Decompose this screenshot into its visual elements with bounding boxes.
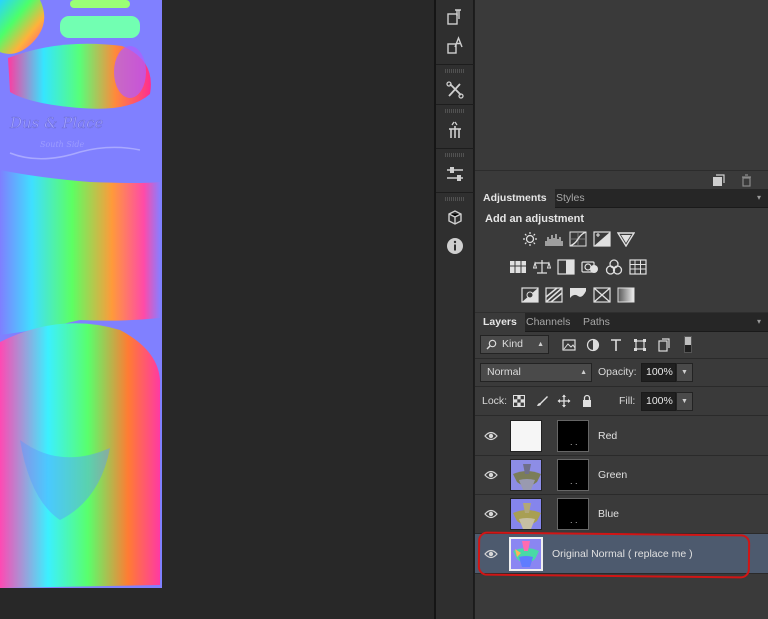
layer-name[interactable]: Blue — [598, 495, 619, 534]
tab-paths[interactable]: Paths — [575, 313, 618, 332]
layer-row-blue[interactable]: . . Blue — [475, 495, 768, 534]
layer-name[interactable]: Original Normal ( replace me ) — [552, 534, 693, 574]
eye-icon[interactable] — [484, 548, 498, 560]
opacity-label: Opacity: — [598, 366, 637, 378]
lock-transparent-pixels-icon[interactable] — [513, 395, 525, 407]
selective-color-icon[interactable] — [593, 287, 611, 303]
opacity-input[interactable]: 100% — [641, 363, 676, 382]
filter-kind-label: Kind — [502, 338, 524, 350]
layer-row-original-normal[interactable]: Original Normal ( replace me ) — [475, 534, 768, 574]
lock-all-icon[interactable] — [580, 394, 594, 408]
normal-map-image: Dus & Place South Side — [0, 0, 162, 588]
character-icon[interactable] — [436, 32, 474, 60]
curves-icon[interactable] — [569, 231, 587, 247]
search-icon — [486, 339, 497, 350]
panel-menu-icon[interactable]: ▾ — [757, 193, 765, 203]
layer-thumbnail — [510, 498, 542, 530]
exposure-icon[interactable] — [593, 231, 611, 247]
tab-channels[interactable]: Channels — [518, 313, 578, 332]
filter-shape-icon[interactable] — [633, 338, 647, 352]
chevron-updown-icon: ▲ — [537, 341, 544, 348]
filter-adjustment-icon[interactable] — [586, 338, 600, 352]
opacity-dropdown-button[interactable]: ▼ — [676, 363, 693, 382]
filter-smart-object-icon[interactable] — [657, 338, 671, 352]
lock-position-icon[interactable] — [557, 394, 571, 408]
collapsed-panel-dock — [436, 0, 474, 619]
fill-label: Fill: — [619, 395, 636, 407]
posterize-icon[interactable] — [545, 287, 563, 303]
blend-mode-value: Normal — [487, 366, 521, 378]
invert-icon[interactable] — [521, 287, 539, 303]
eye-icon[interactable] — [484, 430, 498, 442]
layer-thumbnail — [510, 459, 542, 491]
filter-type-icon[interactable] — [609, 338, 623, 352]
tab-styles[interactable]: Styles — [548, 189, 593, 208]
vibrance-icon[interactable] — [617, 231, 635, 247]
trash-icon[interactable] — [740, 174, 753, 187]
levels-icon[interactable] — [545, 231, 563, 247]
color-balance-icon[interactable] — [533, 259, 551, 275]
fill-dropdown-button[interactable]: ▼ — [676, 392, 693, 411]
layers-panel: Kind ▲ Normal ▲ Opacity: 100% ▼ Lock: Fi… — [475, 332, 768, 619]
brush-presets-icon[interactable] — [436, 116, 474, 144]
right-panels: Adjustments Styles ▾ Add an adjustment L… — [475, 0, 768, 619]
brightness-contrast-icon[interactable] — [521, 231, 539, 247]
layer-row-green[interactable]: . . Green — [475, 456, 768, 495]
channel-mixer-icon[interactable] — [605, 259, 623, 275]
fill-input[interactable]: 100% — [641, 392, 676, 411]
lock-label: Lock: — [482, 395, 508, 407]
layer-thumbnail — [509, 537, 543, 571]
adjustments-panel: Add an adjustment — [475, 208, 768, 312]
lock-image-pixels-icon[interactable] — [535, 394, 549, 408]
tab-adjustments[interactable]: Adjustments — [475, 189, 555, 208]
layer-thumbnail — [510, 420, 542, 452]
layer-name[interactable]: Green — [598, 456, 627, 495]
filter-kind-select[interactable]: Kind ▲ — [480, 335, 549, 354]
svg-text:South Side: South Side — [40, 140, 85, 149]
svg-text:Dus & Place: Dus & Place — [9, 114, 104, 132]
blend-row: Normal ▲ Opacity: 100% ▼ — [475, 359, 768, 387]
new-item-icon[interactable] — [712, 174, 725, 187]
black-white-icon[interactable] — [557, 259, 575, 275]
eye-icon[interactable] — [484, 469, 498, 481]
gradient-map-icon[interactable] — [617, 287, 635, 303]
paragraph-icon[interactable] — [436, 4, 474, 32]
info-icon[interactable] — [436, 232, 474, 260]
layer-row-red[interactable]: . . Red — [475, 417, 768, 456]
properties-icon[interactable] — [436, 160, 474, 188]
blend-mode-select[interactable]: Normal ▲ — [480, 363, 592, 382]
threshold-icon[interactable] — [569, 287, 587, 303]
3d-icon[interactable] — [436, 204, 474, 232]
panel-footer — [475, 170, 768, 189]
photo-filter-icon[interactable] — [581, 259, 599, 275]
layer-mask-thumbnail[interactable]: . . — [557, 420, 589, 452]
layer-mask-thumbnail[interactable]: . . — [557, 459, 589, 491]
history-panel — [475, 0, 768, 189]
layer-name[interactable]: Red — [598, 417, 617, 456]
layer-filter-row: Kind ▲ — [475, 332, 768, 359]
hue-saturation-icon[interactable] — [509, 259, 527, 275]
filter-pixel-icon[interactable] — [562, 338, 576, 352]
tool-presets-icon[interactable] — [436, 76, 474, 104]
layers-panel-menu-icon[interactable]: ▾ — [757, 317, 765, 327]
eye-icon[interactable] — [484, 508, 498, 520]
adjustments-tabbar: Adjustments Styles ▾ — [475, 189, 768, 208]
adjustments-title: Add an adjustment — [485, 213, 585, 225]
filter-toggle-switch[interactable] — [684, 336, 692, 353]
color-lookup-icon[interactable] — [629, 259, 647, 275]
layer-mask-thumbnail[interactable]: . . — [557, 498, 589, 530]
lock-row: Lock: Fill: 100% ▼ — [475, 387, 768, 416]
layers-tabbar: Layers Channels Paths ▾ — [475, 313, 768, 332]
chevron-updown-icon: ▲ — [580, 369, 587, 376]
